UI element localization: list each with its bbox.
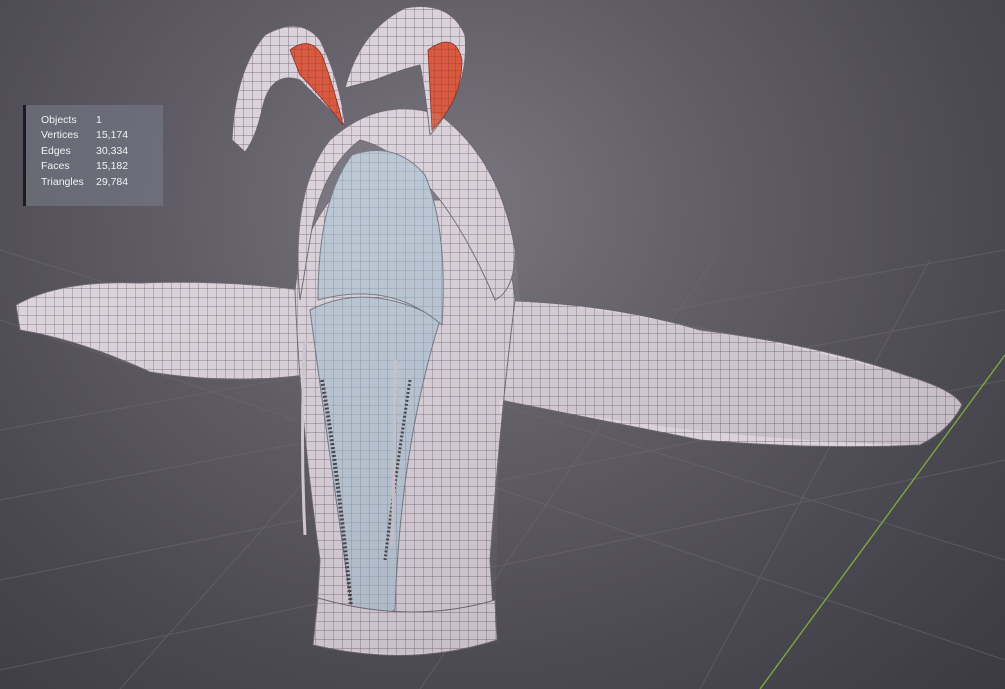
stats-value: 15,182 xyxy=(96,160,129,173)
stats-label: Edges xyxy=(41,144,71,157)
3d-viewport[interactable]: Objects 1 Vertices 15,174 Edges 30,334 F… xyxy=(0,0,1005,689)
stats-label: Faces xyxy=(41,160,70,173)
stats-value: 29,784 xyxy=(96,175,129,188)
stats-row-edges: Edges 30,334 xyxy=(41,144,163,159)
viewport-scene[interactable] xyxy=(0,0,1005,689)
stats-row-vertices: Vertices 15,174 xyxy=(41,128,163,143)
stats-row-triangles: Triangles 29,784 xyxy=(41,175,163,190)
stats-label: Triangles xyxy=(41,175,84,188)
stats-value: 1 xyxy=(96,114,102,126)
stats-value: 15,174 xyxy=(96,129,129,142)
stats-label: Vertices xyxy=(41,129,79,142)
stats-row-faces: Faces 15,182 xyxy=(41,159,163,174)
statistics-overlay: Objects 1 Vertices 15,174 Edges 30,334 F… xyxy=(23,105,163,206)
stats-value: 30,334 xyxy=(96,144,129,157)
stats-row-objects: Objects 1 xyxy=(41,113,163,128)
stats-label: Objects xyxy=(41,114,77,126)
